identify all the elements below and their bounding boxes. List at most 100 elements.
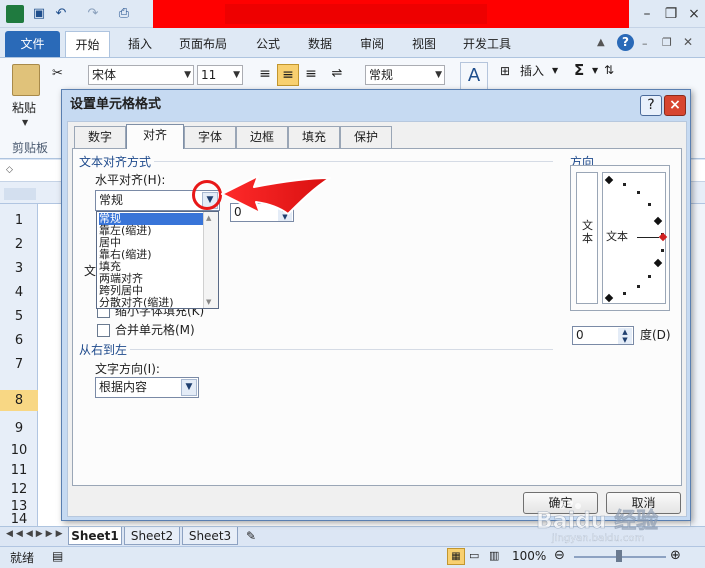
text-direction-combo[interactable]: 根据内容 ▼ [95, 377, 199, 398]
title-redacted-inner [225, 4, 487, 24]
sheet-tab-3[interactable]: Sheet3 [182, 527, 238, 545]
font-name-combo[interactable]: 宋体 ▼ [88, 65, 194, 85]
tab-review[interactable]: 审阅 [352, 31, 392, 57]
spin-up-icon[interactable]: ▲ [618, 328, 632, 336]
insert-sheet-icon[interactable]: ✎ [246, 529, 256, 543]
row-header-1[interactable]: 1 [0, 210, 38, 231]
row-header-4[interactable]: 4 [0, 282, 38, 303]
text-align-section-label: 文本对齐方式 [79, 153, 155, 170]
tab-view[interactable]: 视图 [404, 31, 444, 57]
dialog-help-button[interactable]: ? [640, 95, 662, 116]
align-top-icon[interactable]: ≡ [255, 64, 275, 84]
sheet-tab-1[interactable]: Sheet1 [68, 527, 122, 545]
paste-icon[interactable] [12, 64, 40, 96]
align-bottom-icon[interactable]: ≡ [301, 64, 321, 84]
tab-formulas[interactable]: 公式 [248, 31, 288, 57]
dialog-close-button[interactable]: × [664, 95, 686, 116]
save-icon[interactable]: ▣ [30, 5, 48, 23]
restore-icon[interactable]: ❐ [660, 4, 682, 24]
row-header-2[interactable]: 2 [0, 234, 38, 255]
horizontal-align-dropdown[interactable]: 常规 靠左(缩进) 居中 靠右(缩进) 填充 两端对齐 跨列居中 分散对齐(缩进… [96, 211, 219, 309]
doc-restore-icon[interactable]: ❐ [662, 36, 672, 49]
macro-record-icon[interactable]: ▤ [52, 549, 63, 563]
status-text: 就绪 [10, 551, 35, 565]
tab-data[interactable]: 数据 [300, 31, 340, 57]
wrap-text-icon[interactable]: ⇌ [327, 64, 347, 84]
page-layout-view-icon[interactable]: ▭ [469, 549, 479, 562]
zoom-in-icon[interactable]: ⊕ [670, 548, 681, 563]
scroll-down-icon[interactable]: ▼ [206, 298, 211, 306]
chevron-down-icon[interactable]: ▼ [181, 379, 197, 396]
dial-dot [623, 183, 626, 186]
styles-icon[interactable]: A [460, 62, 488, 90]
merge-cells-label[interactable]: 合并单元格(M) [115, 322, 195, 338]
chevron-down-icon[interactable]: ▼ [592, 66, 598, 75]
doc-close-icon[interactable]: ✕ [683, 35, 693, 49]
window-close-icon[interactable]: × [683, 4, 705, 24]
vertical-text-toggle[interactable]: 文本 [576, 172, 598, 304]
tab-file[interactable]: 文件 [5, 31, 60, 57]
tab-font[interactable]: 字体 [184, 126, 236, 148]
insert-cells-icon[interactable]: ⊞ [500, 64, 510, 78]
row-header-7[interactable]: 7 [0, 354, 38, 375]
row-header-5[interactable]: 5 [0, 306, 38, 327]
tab-fill[interactable]: 填充 [288, 126, 340, 148]
tab-alignment[interactable]: 对齐 [126, 124, 184, 149]
chevron-down-icon[interactable]: ▼ [552, 66, 558, 75]
align-middle-icon[interactable]: ≡ [277, 64, 299, 86]
insert-cells-label[interactable]: 插入 [520, 63, 544, 79]
option-distributed[interactable]: 分散对齐(缩进) [99, 297, 203, 309]
paste-label[interactable]: 粘贴 [12, 100, 36, 116]
vertical-scrollbar[interactable] [690, 204, 705, 526]
dial-handle[interactable] [658, 232, 668, 242]
ribbon-collapse-icon[interactable]: ▲ [597, 37, 605, 48]
row-header-14[interactable]: 14 [0, 513, 38, 527]
paste-dropdown-icon[interactable]: ▼ [22, 118, 28, 127]
spin-down-icon[interactable]: ▼ [618, 336, 632, 344]
tab-developer[interactable]: 开发工具 [456, 31, 518, 57]
merge-cells-checkbox[interactable] [97, 324, 110, 337]
row-header-9[interactable]: 9 [0, 418, 38, 439]
tab-page-layout[interactable]: 页面布局 [172, 31, 234, 57]
row-header-10[interactable]: 10 [0, 440, 38, 461]
zoom-slider-thumb[interactable] [616, 550, 622, 562]
tab-insert[interactable]: 插入 [120, 31, 160, 57]
annotation-arrow [221, 175, 331, 215]
degrees-spinner[interactable]: 0 ▲ ▼ [572, 326, 634, 345]
tab-number[interactable]: 数字 [74, 126, 126, 148]
dial-dot [623, 292, 626, 295]
undo-icon[interactable]: ↶ [52, 5, 70, 23]
normal-view-icon[interactable]: ▦ [447, 548, 465, 565]
row-header-11[interactable]: 11 [0, 460, 38, 481]
number-format-combo[interactable]: 常规 ▼ [365, 65, 445, 85]
zoom-out-icon[interactable]: ⊖ [554, 548, 565, 563]
scroll-up-icon[interactable]: ▲ [206, 214, 211, 222]
doc-minimize-icon[interactable]: – [642, 37, 648, 50]
cut-icon[interactable]: ✂ [52, 66, 63, 81]
autosum-icon[interactable]: Σ [574, 61, 584, 79]
sort-filter-icon[interactable]: ⇅ [604, 63, 614, 77]
sheet-nav-arrows-icon[interactable]: ◀◀◀▶▶▶ [6, 529, 66, 539]
row-header-6[interactable]: 6 [0, 330, 38, 351]
row-header-3[interactable]: 3 [0, 258, 38, 279]
tab-home[interactable]: 开始 [65, 31, 110, 57]
page-break-view-icon[interactable]: ▥ [489, 549, 499, 562]
zoom-level[interactable]: 100% [512, 549, 546, 563]
tab-protection[interactable]: 保护 [340, 126, 392, 148]
select-all-corner[interactable] [4, 188, 36, 200]
font-size-combo[interactable]: 11 ▼ [197, 65, 243, 85]
number-format-value: 常规 [369, 68, 394, 82]
tab-border[interactable]: 边框 [236, 126, 288, 148]
print-preview-icon[interactable]: ⎙ [115, 5, 133, 23]
row-header-8[interactable]: 8 [0, 390, 38, 411]
sheet-tab-2[interactable]: Sheet2 [124, 527, 180, 545]
help-icon[interactable]: ? [617, 34, 634, 51]
text-direction-value: 根据内容 [99, 380, 148, 394]
expand-icon[interactable]: ◇ [6, 165, 13, 175]
orientation-dial[interactable]: 文本 [602, 172, 668, 304]
minimize-icon[interactable]: – [636, 4, 658, 24]
font-size-value: 11 [201, 68, 217, 82]
baidu-jingyan-watermark: Baidu 经验 jingyan.baidu.com [536, 500, 659, 544]
redo-icon[interactable]: ↷ [84, 5, 102, 23]
dropdown-scrollbar[interactable]: ▲ ▼ [203, 212, 218, 308]
